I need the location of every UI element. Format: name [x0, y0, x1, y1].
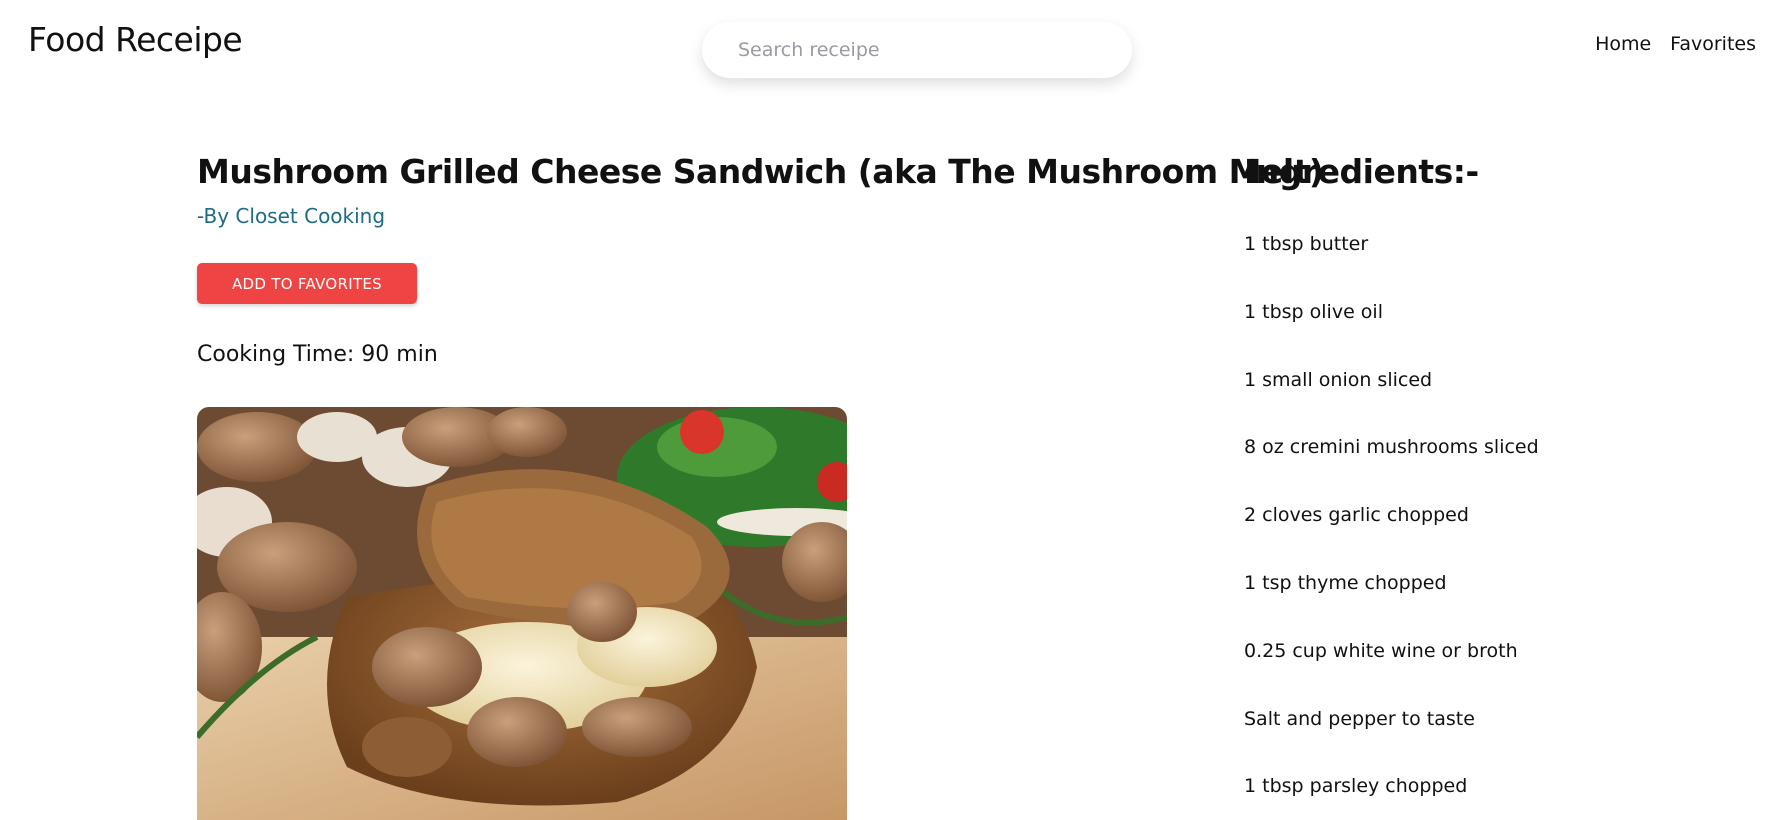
food-photo-icon	[197, 407, 847, 820]
cooking-time: Cooking Time: 90 min	[197, 342, 438, 367]
ingredient-item: 8 oz cremini mushrooms sliced	[1244, 436, 1539, 459]
search-bar[interactable]	[702, 22, 1132, 78]
search-input[interactable]	[738, 39, 1132, 61]
recipe-author: -By Closet Cooking	[197, 204, 386, 228]
ingredient-item: 1 tbsp butter	[1244, 233, 1369, 255]
add-to-favorites-button[interactable]: ADD TO FAVORITES	[197, 263, 417, 304]
nav-home-link[interactable]: Home	[1595, 33, 1651, 55]
cooking-time-label: Cooking Time:	[197, 342, 355, 367]
recipe-title: Mushroom Grilled Cheese Sandwich (aka Th…	[197, 152, 1324, 191]
ingredient-item: 1 small onion sliced	[1244, 368, 1433, 391]
ingredient-item: 1 tbsp parsley chopped	[1244, 775, 1468, 798]
ingredients-list: 1 tbsp butter 1 tbsp olive oil 1 small o…	[1244, 233, 1539, 820]
brand-logo[interactable]: Food Receipe	[28, 20, 243, 59]
cooking-time-value: 90 min	[361, 342, 438, 367]
recipe-image	[197, 407, 847, 820]
ingredient-item: 1 tbsp olive oil	[1244, 300, 1383, 323]
nav-favorites-link[interactable]: Favorites	[1670, 33, 1756, 55]
ingredients-title: Ingredients:-	[1244, 152, 1479, 191]
top-nav: Home Favorites	[1595, 33, 1756, 55]
ingredient-item: 0.25 cup white wine or broth	[1244, 639, 1518, 662]
recipe-page: Food Receipe Home Favorites Mushroom Gri…	[0, 0, 1780, 820]
ingredient-item: 1 tsp thyme chopped	[1244, 571, 1447, 594]
ingredient-item: Salt and pepper to taste	[1244, 707, 1475, 730]
ingredient-item: 2 cloves garlic chopped	[1244, 504, 1469, 527]
